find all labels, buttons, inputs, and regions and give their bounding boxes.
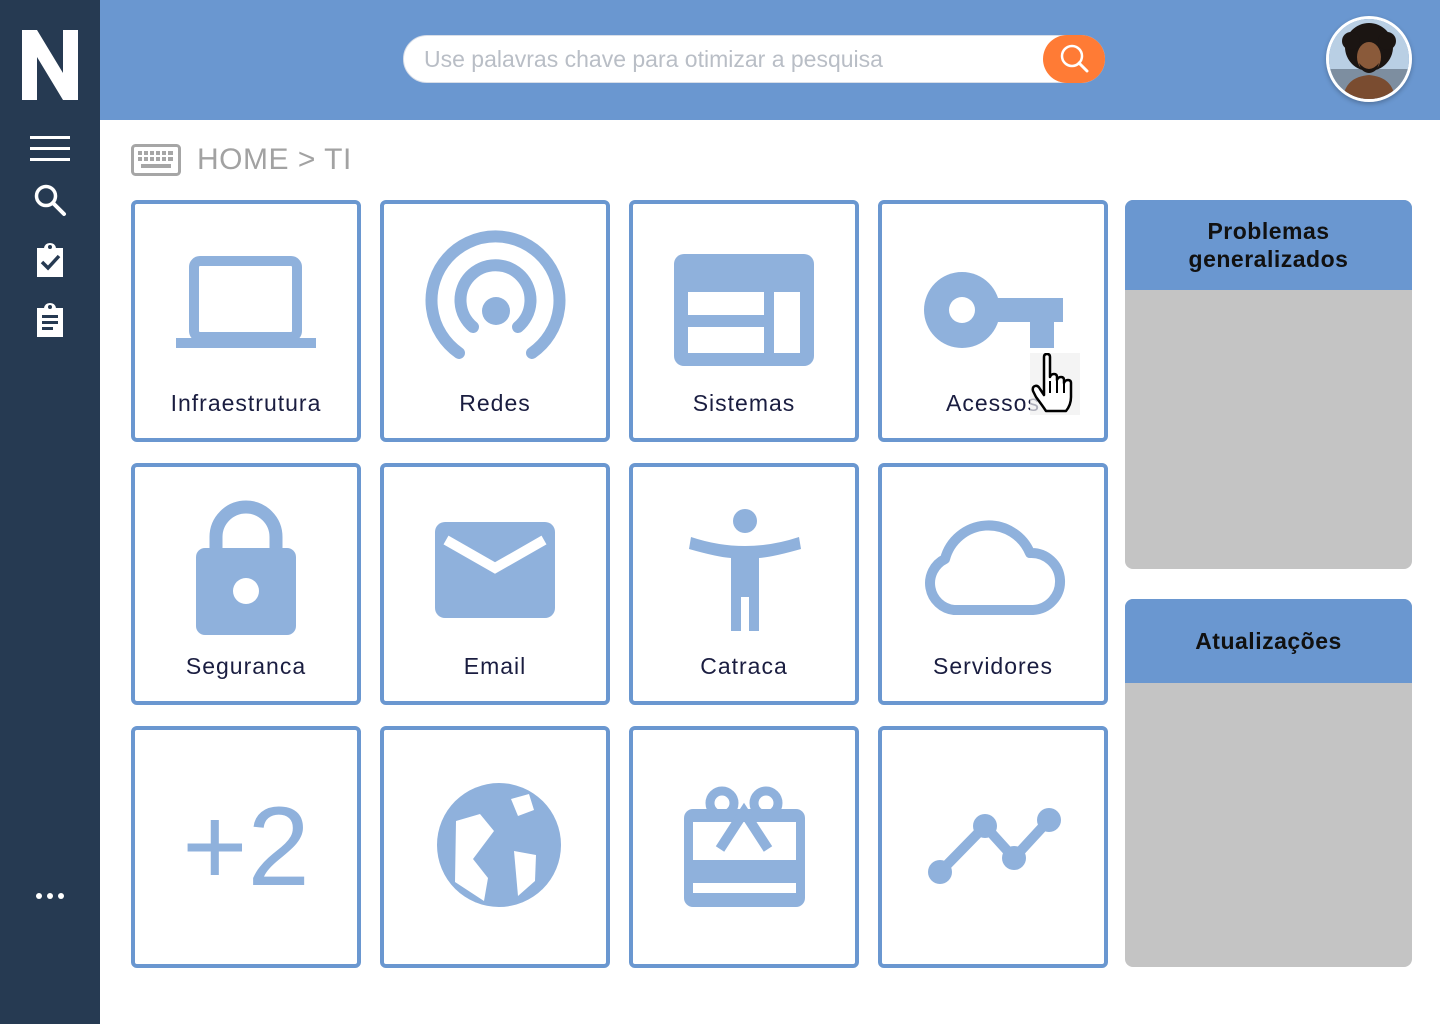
search-icon xyxy=(1060,44,1089,73)
search-icon xyxy=(34,184,66,216)
user-avatar[interactable] xyxy=(1326,16,1412,102)
tile-globe[interactable] xyxy=(380,726,610,968)
logo-n-icon xyxy=(22,30,78,100)
app-logo[interactable] xyxy=(20,28,80,102)
tile-analytics[interactable] xyxy=(878,726,1108,968)
avatar-photo xyxy=(1329,19,1409,99)
tile-seguranca[interactable]: Seguranca xyxy=(131,463,361,705)
problems-panel: Problemas generalizados xyxy=(1125,200,1412,569)
plus-two-icon: +2 xyxy=(182,784,310,909)
sidebar-more-button[interactable] xyxy=(25,874,75,918)
svg-text:+2: +2 xyxy=(182,784,310,909)
tile-more[interactable]: +2 xyxy=(131,726,361,968)
breadcrumb-path[interactable]: HOME > TI xyxy=(197,143,352,177)
tile-label: Servidores xyxy=(933,653,1053,679)
clipboard-check-icon xyxy=(37,243,63,277)
sidebar-tasks-button[interactable] xyxy=(25,238,75,282)
search-input[interactable] xyxy=(403,35,1105,83)
tile-label: Catraca xyxy=(700,653,788,679)
updates-panel-title: Atualizações xyxy=(1125,599,1412,683)
more-dots-icon xyxy=(36,893,64,899)
sidebar xyxy=(0,0,100,1024)
hand-cursor-icon xyxy=(1030,353,1080,415)
search-bar xyxy=(403,35,1105,83)
keyboard-icon xyxy=(131,144,181,176)
sidebar-search-button[interactable] xyxy=(25,178,75,222)
tile-servidores[interactable]: Servidores xyxy=(878,463,1108,705)
sidebar-reports-button[interactable] xyxy=(25,298,75,342)
tile-label: Infraestrutura xyxy=(170,390,322,416)
tile-label: Seguranca xyxy=(185,653,307,679)
tile-benefits[interactable] xyxy=(629,726,859,968)
clipboard-list-icon xyxy=(37,303,63,337)
tile-redes[interactable]: Redes xyxy=(380,200,610,442)
tile-label: Sistemas xyxy=(692,390,796,416)
search-button[interactable] xyxy=(1043,35,1105,83)
globe-icon xyxy=(437,783,561,907)
tile-label: Email xyxy=(463,653,527,679)
trending-line-icon xyxy=(928,808,1061,884)
gift-card-icon xyxy=(684,786,805,907)
breadcrumb: HOME > TI xyxy=(131,140,352,180)
sidebar-menu-button[interactable] xyxy=(25,127,75,171)
tile-email[interactable]: Email xyxy=(380,463,610,705)
problems-panel-title: Problemas generalizados xyxy=(1125,200,1412,290)
tile-catraca[interactable]: Catraca xyxy=(629,463,859,705)
menu-icon xyxy=(30,136,70,161)
updates-panel: Atualizações xyxy=(1125,599,1412,967)
tile-infraestrutura[interactable]: Infraestrutura xyxy=(131,200,361,442)
tile-sistemas[interactable]: Sistemas xyxy=(629,200,859,442)
tile-label: Redes xyxy=(459,390,531,416)
